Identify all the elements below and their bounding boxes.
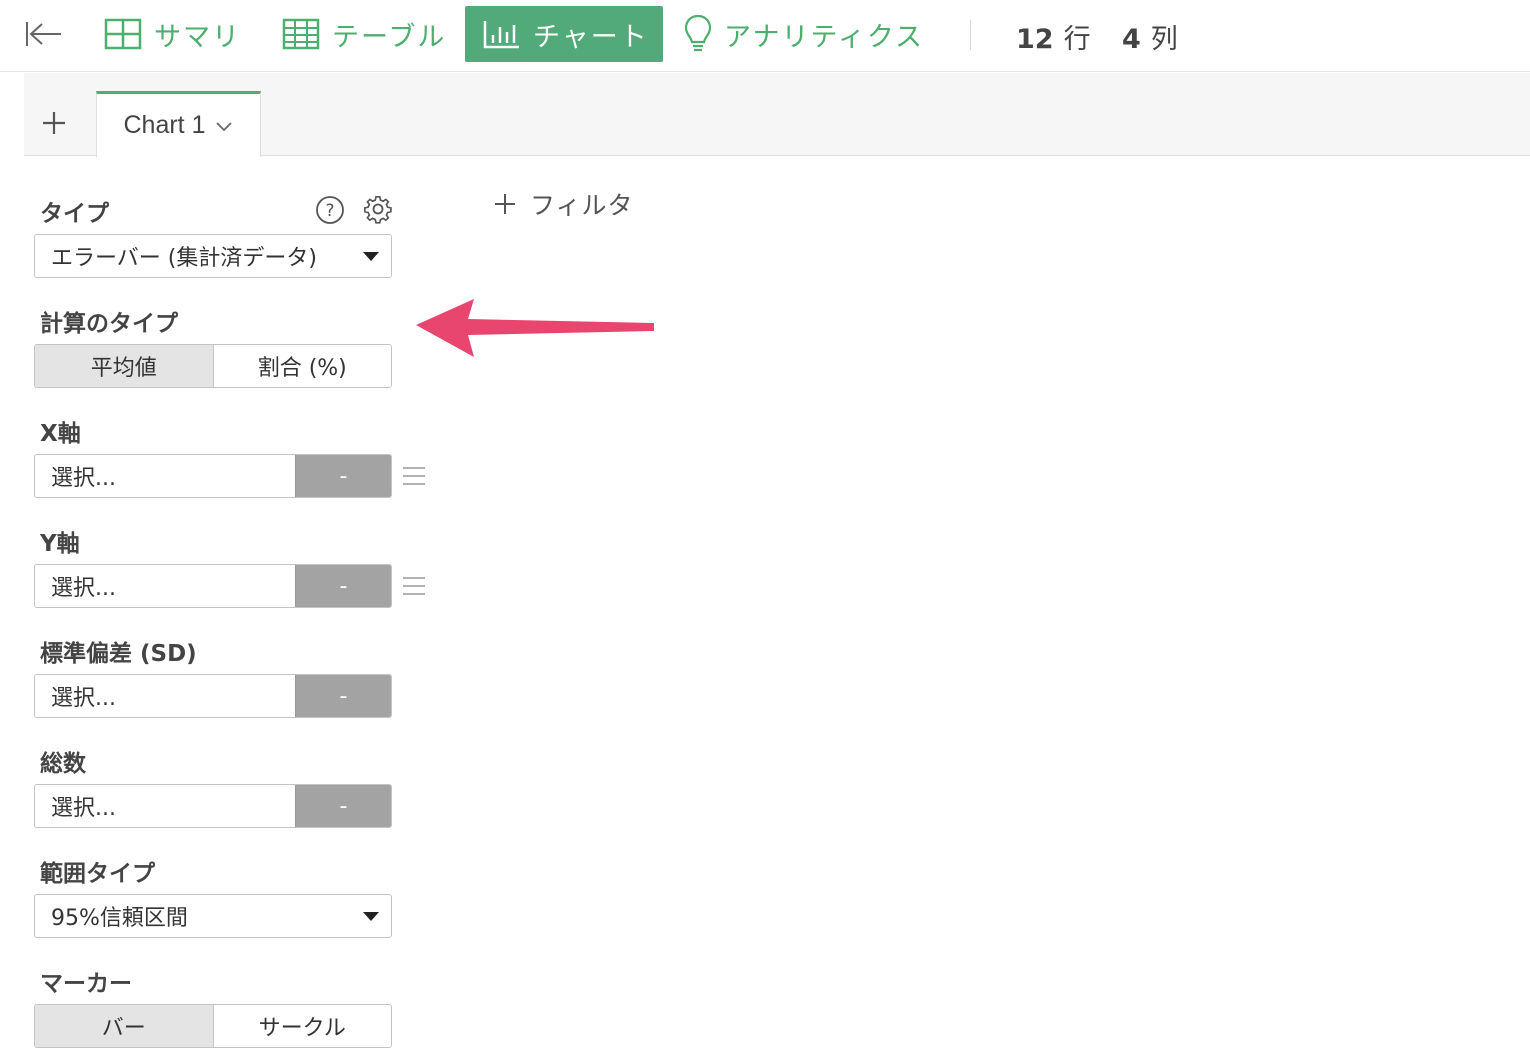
column-count: 4 列 bbox=[1122, 17, 1178, 56]
caret-down-icon bbox=[363, 912, 379, 921]
row-count-unit: 行 bbox=[1063, 24, 1091, 55]
x-axis-label: X軸 bbox=[40, 421, 81, 447]
nav-chart-label: チャート bbox=[533, 21, 649, 53]
chart-type-select[interactable]: エラーバー (集計済データ) bbox=[34, 234, 392, 278]
sd-column-select[interactable]: 選択... bbox=[35, 675, 295, 717]
tab-chart-1[interactable]: Chart 1 bbox=[96, 91, 261, 157]
marker-label: マーカー bbox=[40, 971, 132, 997]
nav-summary-button[interactable]: サマリ bbox=[104, 6, 241, 62]
sd-picker: 選択... - bbox=[34, 674, 392, 718]
calc-type-toggle: 平均値 割合 (%) bbox=[34, 344, 392, 388]
nav-table-button[interactable]: テーブル bbox=[282, 6, 446, 62]
chart-tab-strip: Chart 1 bbox=[24, 73, 1530, 157]
row-count: 12 行 bbox=[1016, 17, 1091, 56]
count-picker: 選択... - bbox=[34, 784, 392, 828]
marker-circle-option[interactable]: サークル bbox=[212, 1005, 391, 1047]
count-label: 総数 bbox=[40, 751, 86, 777]
svg-text:?: ? bbox=[325, 201, 334, 221]
hamburger-icon[interactable] bbox=[402, 576, 426, 600]
chevron-down-icon[interactable] bbox=[215, 120, 233, 132]
caret-down-icon bbox=[363, 252, 379, 261]
top-toolbar: サマリ テーブル チャート アナリティクス 12 行 4 列 bbox=[0, 0, 1530, 72]
column-count-value: 4 bbox=[1122, 24, 1141, 55]
range-type-label: 範囲タイプ bbox=[40, 861, 155, 887]
nav-summary-label: サマリ bbox=[154, 21, 241, 53]
y-axis-picker: 選択... - bbox=[34, 564, 392, 608]
add-chart-tab-button[interactable] bbox=[36, 105, 72, 141]
nav-analytics-button[interactable]: アナリティクス bbox=[684, 6, 924, 62]
calc-type-label: 計算のタイプ bbox=[40, 311, 178, 337]
range-type-select[interactable]: 95%信頼区間 bbox=[34, 894, 392, 938]
chart-type-value: エラーバー (集計済データ) bbox=[51, 246, 317, 271]
plus-icon bbox=[495, 194, 515, 214]
collapse-panel-icon[interactable] bbox=[20, 14, 66, 54]
count-column-select[interactable]: 選択... bbox=[35, 785, 295, 827]
tab-chart-1-label: Chart 1 bbox=[123, 111, 206, 139]
y-axis-label: Y軸 bbox=[40, 531, 80, 557]
y-axis-aggregate-button[interactable]: - bbox=[295, 565, 391, 607]
x-axis-picker: 選択... - bbox=[34, 454, 392, 498]
hamburger-icon[interactable] bbox=[402, 466, 426, 490]
bar-chart-icon bbox=[483, 19, 521, 49]
marker-bar-option[interactable]: バー bbox=[35, 1005, 213, 1047]
nav-chart-button[interactable]: チャート bbox=[465, 6, 663, 62]
table-icon bbox=[282, 18, 320, 50]
sd-aggregate-button[interactable]: - bbox=[295, 675, 391, 717]
nav-table-label: テーブル bbox=[332, 21, 447, 53]
calc-type-ratio-option[interactable]: 割合 (%) bbox=[212, 345, 391, 387]
gear-icon[interactable] bbox=[363, 194, 393, 228]
chart-workarea: Chart 1 フィルタ タイプ ? エラーバー (集計済データ) 計算のタイプ… bbox=[24, 73, 1530, 1056]
type-label: タイプ bbox=[40, 201, 109, 227]
toolbar-divider bbox=[970, 20, 971, 50]
lightbulb-icon bbox=[684, 14, 712, 54]
plus-icon bbox=[43, 112, 65, 134]
sd-label: 標準偏差 (SD) bbox=[40, 641, 197, 667]
range-type-value: 95%信頼区間 bbox=[51, 906, 188, 931]
add-filter-button[interactable]: フィルタ bbox=[494, 186, 634, 222]
calc-type-mean-option[interactable]: 平均値 bbox=[35, 345, 213, 387]
summary-grid-icon bbox=[104, 18, 142, 50]
marker-toggle: バー サークル bbox=[34, 1004, 392, 1048]
count-aggregate-button[interactable]: - bbox=[295, 785, 391, 827]
chart-config-panel: タイプ ? エラーバー (集計済データ) 計算のタイプ 平均値 割合 (%) X bbox=[24, 157, 484, 1057]
annotation-arrow bbox=[412, 295, 662, 369]
x-axis-column-select[interactable]: 選択... bbox=[35, 455, 295, 497]
column-count-unit: 列 bbox=[1150, 24, 1178, 55]
nav-analytics-label: アナリティクス bbox=[724, 21, 925, 53]
help-icon[interactable]: ? bbox=[315, 195, 345, 229]
add-filter-label: フィルタ bbox=[530, 191, 634, 220]
x-axis-aggregate-button[interactable]: - bbox=[295, 455, 391, 497]
y-axis-column-select[interactable]: 選択... bbox=[35, 565, 295, 607]
row-count-value: 12 bbox=[1016, 24, 1054, 55]
